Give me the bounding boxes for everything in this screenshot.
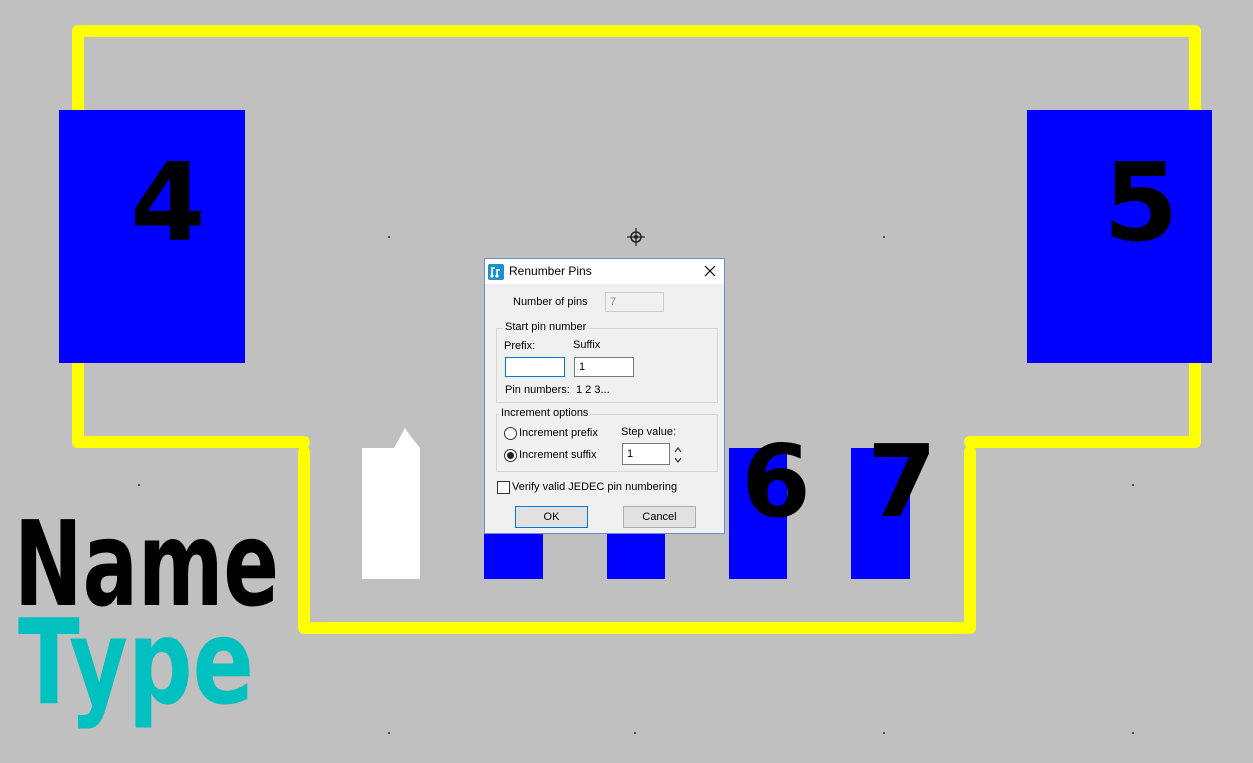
pin-7-label: 7 [867,423,937,540]
dialog-title: Renumber Pins [509,264,592,278]
pin-numbers-label: Pin numbers: [505,384,570,396]
step-value-spinner[interactable] [673,444,683,466]
spin-up-icon [674,447,682,453]
verify-jedec-checkbox[interactable] [497,481,510,494]
increment-options-title: Increment options [499,407,591,419]
pin-1-selected[interactable] [362,428,420,579]
suffix-input[interactable] [574,357,634,377]
increment-prefix-radio[interactable] [504,427,517,440]
dialog-titlebar[interactable]: Renumber Pins [485,259,724,284]
renumber-pins-dialog: Renumber Pins Number of pins Start pin n… [484,258,725,534]
app-icon [488,264,504,280]
pad-5-label: 5 [1103,141,1178,266]
number-of-pins-label: Number of pins [513,296,588,308]
spin-down-icon [674,457,682,463]
step-value-input[interactable] [622,443,670,465]
pin-6-label: 6 [741,423,811,540]
start-pin-number-title: Start pin number [503,321,589,333]
pad-4-label: 4 [130,141,205,266]
increment-options-group: Increment options [496,407,718,472]
increment-suffix-radio[interactable] [504,449,517,462]
radio-selected-dot [507,452,514,459]
cancel-button[interactable]: Cancel [623,506,696,528]
step-value-label: Step value: [621,426,677,438]
increment-prefix-label[interactable]: Increment prefix [519,427,598,439]
prefix-input[interactable] [505,357,565,377]
increment-suffix-label[interactable]: Increment suffix [519,449,596,461]
verify-jedec-label[interactable]: Verify valid JEDEC pin numbering [512,481,677,493]
ok-button[interactable]: OK [515,506,588,528]
number-of-pins-field [605,292,664,312]
prefix-label: Prefix: [504,340,536,352]
close-icon[interactable] [702,263,718,279]
pin-numbers-preview: 1 2 3... [576,384,610,396]
component-type-text[interactable]: Type [18,593,254,731]
suffix-label: Suffix [573,339,601,351]
